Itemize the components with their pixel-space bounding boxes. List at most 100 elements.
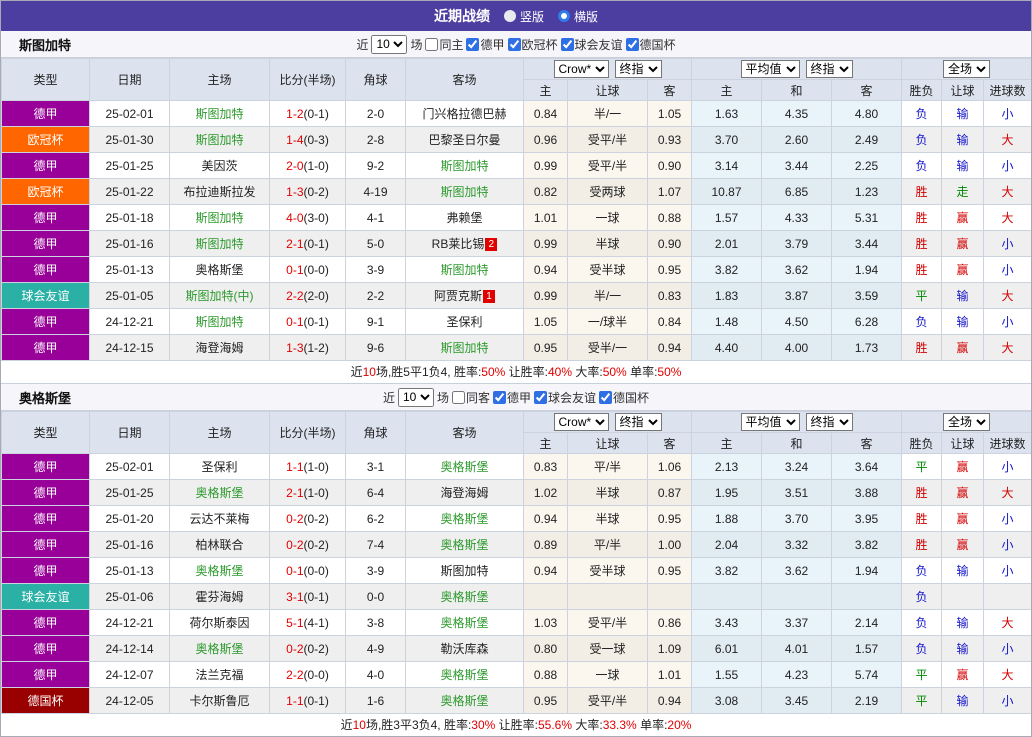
average-select[interactable]: 平均值 bbox=[740, 60, 800, 78]
summary-segment: 33.3% bbox=[602, 718, 637, 732]
vertical-layout-radio[interactable]: 竖版 bbox=[503, 8, 544, 25]
avg-away-odds: 2.25 bbox=[831, 152, 903, 179]
col-goals: 进球数 bbox=[983, 79, 1031, 101]
league-filter: 德国杯 bbox=[625, 36, 676, 53]
match-row: 德甲 25-01-16 柏林联合 0-2(0-2) 7-4 奥格斯堡 0.89 平/半 1.00… bbox=[1, 531, 1031, 558]
goals-flag: 小 bbox=[983, 505, 1031, 532]
final-odds-select[interactable]: 终指 bbox=[614, 413, 662, 431]
away-team: 奥格斯堡 bbox=[405, 531, 524, 558]
avg-away-odds: 1.23 bbox=[831, 178, 903, 205]
match-date: 24-12-15 bbox=[89, 334, 170, 361]
handicap-line: 受半球 bbox=[567, 256, 648, 283]
col-home-odds: 主 bbox=[523, 79, 568, 101]
league-filter: 球会友谊 bbox=[534, 389, 596, 406]
home-team: 斯图加特 bbox=[169, 308, 270, 335]
scope-select[interactable]: 全场 bbox=[943, 413, 991, 431]
col-avg-home: 主 bbox=[691, 79, 763, 101]
match-date: 25-01-18 bbox=[89, 204, 170, 231]
final-avg-select[interactable]: 终指 bbox=[805, 60, 853, 78]
handicap-flag: 赢 bbox=[941, 453, 985, 480]
league-filter-checkbox[interactable] bbox=[507, 37, 521, 51]
handicap-flag: 输 bbox=[941, 557, 985, 584]
crow-home-odds: 0.94 bbox=[523, 557, 568, 584]
match-date: 25-01-06 bbox=[89, 583, 170, 610]
avg-away-odds: 3.64 bbox=[831, 453, 903, 480]
goals-flag: 大 bbox=[983, 661, 1031, 688]
scope-select[interactable]: 全场 bbox=[943, 60, 991, 78]
fulltime-score: 1-1 bbox=[286, 459, 304, 474]
same-venue-checkbox[interactable] bbox=[425, 37, 439, 51]
match-row: 德甲 25-02-01 斯图加特 1-2(0-1) 2-0 门兴格拉德巴赫 0.84 半/一 1… bbox=[1, 100, 1031, 127]
league-filter-checkbox[interactable] bbox=[493, 390, 506, 404]
match-row: 德甲 25-01-13 奥格斯堡 0-1(0-0) 3-9 斯图加特 0.94 受半球 0.95… bbox=[1, 557, 1031, 584]
summary-segment: 场,胜3平3负4, 胜率: bbox=[365, 718, 472, 732]
home-team: 卡尔斯鲁厄 bbox=[169, 687, 270, 714]
league-badge: 德甲 bbox=[1, 531, 90, 558]
corner-score: 1-6 bbox=[345, 687, 406, 714]
bookmaker-select[interactable]: Crow* bbox=[553, 60, 609, 78]
league-filter-checkbox[interactable] bbox=[625, 37, 639, 51]
avg-draw-odds: 3.44 bbox=[761, 152, 833, 179]
match-row: 德甲 24-12-21 斯图加特 0-1(0-1) 9-1 圣保利 1.05 一/球半 0.84… bbox=[1, 308, 1031, 335]
recent-label: 近 bbox=[356, 37, 369, 52]
result-flag: 胜 bbox=[901, 505, 943, 532]
final-avg-select[interactable]: 终指 bbox=[805, 413, 853, 431]
match-score: 3-1(0-1) bbox=[269, 583, 346, 610]
halftime-score: (1-0) bbox=[303, 158, 329, 173]
away-team: 奥格斯堡 bbox=[405, 583, 524, 610]
fulltime-score: 1-1 bbox=[286, 693, 304, 708]
horizontal-layout-radio[interactable]: 横版 bbox=[558, 8, 598, 25]
match-score: 2-1(1-0) bbox=[269, 479, 346, 506]
avg-home-odds: 6.01 bbox=[691, 635, 763, 662]
handicap-line: 一/球半 bbox=[567, 308, 648, 335]
fulltime-score: 0-2 bbox=[286, 537, 304, 552]
league-filter-checkbox[interactable] bbox=[560, 37, 574, 51]
home-team: 圣保利 bbox=[169, 453, 270, 480]
league-badge: 德甲 bbox=[1, 334, 90, 361]
corner-score: 3-1 bbox=[345, 453, 406, 480]
corner-score: 9-6 bbox=[345, 334, 406, 361]
same-venue-checkbox[interactable] bbox=[451, 390, 465, 404]
avg-away-odds: 2.14 bbox=[831, 609, 903, 636]
handicap-line: 受平/半 bbox=[567, 687, 648, 714]
team-name: 斯图加特 bbox=[19, 37, 72, 53]
result-flag: 平 bbox=[901, 661, 943, 688]
match-count-select[interactable]: 10 bbox=[371, 34, 408, 54]
radio-unselected-icon bbox=[558, 10, 570, 22]
crow-away-odds: 1.05 bbox=[646, 100, 693, 127]
result-flag: 负 bbox=[901, 100, 943, 127]
match-score: 1-3(1-2) bbox=[269, 334, 346, 361]
result-flag: 平 bbox=[901, 282, 943, 309]
home-team: 法兰克福 bbox=[169, 661, 270, 688]
match-row: 德甲 24-12-15 海登海姆 1-3(1-2) 9-6 斯图加特 0.95 受半/一 0.9… bbox=[1, 334, 1031, 361]
match-date: 25-01-16 bbox=[89, 531, 170, 558]
league-filter-checkbox[interactable] bbox=[599, 390, 613, 404]
crow-home-odds: 0.94 bbox=[523, 505, 568, 532]
summary-segment: 大率: bbox=[572, 718, 603, 732]
match-row: 德甲 25-01-25 奥格斯堡 2-1(1-0) 6-4 海登海姆 1.02 半球 0.87 1… bbox=[1, 479, 1031, 506]
crow-home-odds: 1.05 bbox=[523, 308, 568, 335]
league-filter-checkbox[interactable] bbox=[534, 390, 548, 404]
league-filter-checkbox[interactable] bbox=[466, 37, 480, 51]
col-date: 日期 bbox=[89, 411, 170, 454]
result-flag: 负 bbox=[901, 126, 943, 153]
avg-away-odds: 5.31 bbox=[831, 204, 903, 231]
halftime-score: (0-0) bbox=[303, 563, 329, 578]
league-badge: 德甲 bbox=[1, 479, 90, 506]
avg-draw-odds: 3.70 bbox=[761, 505, 833, 532]
col-corner: 角球 bbox=[345, 411, 406, 454]
avg-home-odds: 2.13 bbox=[691, 453, 763, 480]
match-count-select[interactable]: 10 bbox=[397, 387, 434, 407]
summary-segment: 近 bbox=[340, 718, 353, 732]
away-team: 斯图加特 bbox=[405, 557, 524, 584]
away-team: 奥格斯堡 bbox=[405, 609, 524, 636]
final-odds-select[interactable]: 终指 bbox=[614, 60, 662, 78]
average-select[interactable]: 平均值 bbox=[740, 413, 800, 431]
col-avg-draw: 和 bbox=[761, 432, 833, 454]
avg-draw-odds: 4.01 bbox=[761, 635, 833, 662]
league-badge: 德甲 bbox=[1, 100, 90, 127]
crow-home-odds: 0.84 bbox=[523, 100, 568, 127]
corner-score: 4-1 bbox=[345, 204, 406, 231]
col-type: 类型 bbox=[1, 411, 90, 454]
bookmaker-select[interactable]: Crow* bbox=[553, 413, 609, 431]
